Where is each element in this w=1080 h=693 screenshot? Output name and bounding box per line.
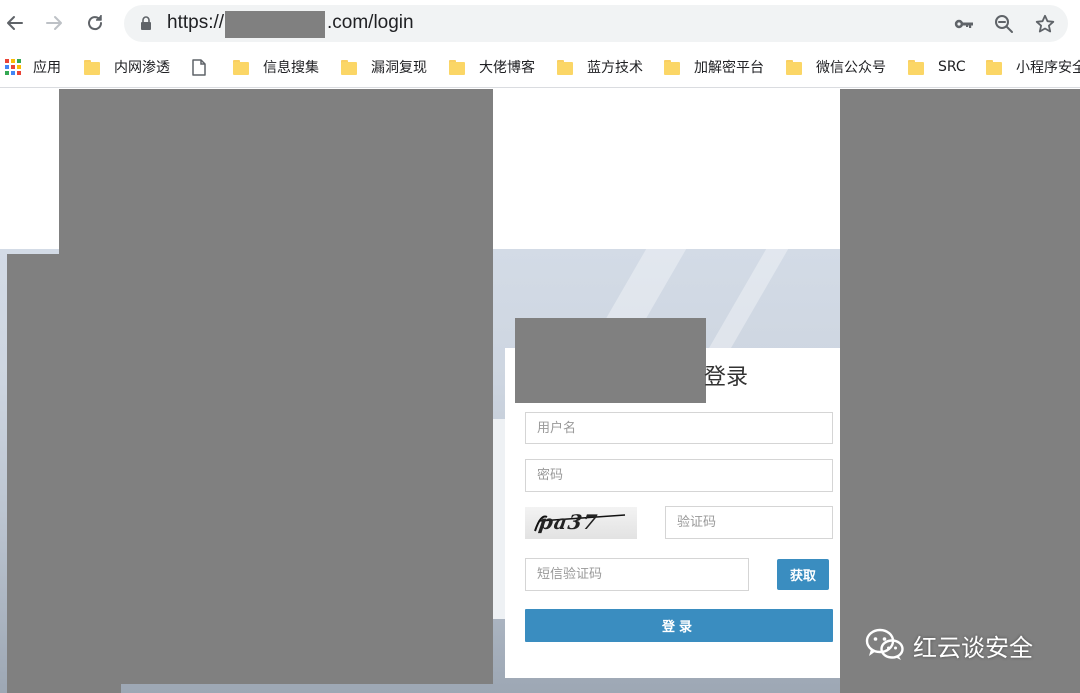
browser-window: https:// .com/login 应用 内网渗透 信息搜集 漏洞复现 大佬… <box>0 0 1080 693</box>
bookmark-label: 信息搜集 <box>263 60 319 76</box>
watermark-text: 红云谈安全 <box>913 633 1033 662</box>
captcha-input[interactable] <box>665 506 833 539</box>
apps-grid-icon <box>5 59 21 75</box>
bookmark-folder[interactable]: 微信公众号 <box>786 56 886 78</box>
wechat-icon <box>865 628 904 660</box>
bookmark-folder[interactable]: 小程序安全 <box>986 56 1080 78</box>
bookmark-label: 应用 <box>33 60 61 76</box>
back-button[interactable] <box>0 8 30 38</box>
folder-icon <box>341 59 357 75</box>
bookmark-folder[interactable]: SRC <box>908 56 966 78</box>
captcha-image[interactable]: pa37 <box>525 507 637 539</box>
username-input[interactable] <box>525 412 833 444</box>
bookmark-label: SRC <box>938 59 966 75</box>
back-icon <box>7 16 23 30</box>
address-bar[interactable]: https:// .com/login <box>124 5 1068 42</box>
lock-icon <box>141 16 151 30</box>
folder-icon <box>84 59 100 75</box>
password-key-button[interactable] <box>954 14 974 34</box>
bookmark-page[interactable] <box>192 56 206 78</box>
sms-code-input[interactable] <box>525 558 749 591</box>
url-path: .com/login <box>327 12 414 33</box>
folder-icon <box>557 59 573 75</box>
redaction-block <box>59 89 493 259</box>
login-page: 登录 pa37 获取 登录 红云谈 <box>0 89 1080 693</box>
bookmark-folder[interactable]: 信息搜集 <box>233 56 319 78</box>
bookmark-label: 内网渗透 <box>114 60 170 76</box>
zoom-out-icon <box>995 15 1013 33</box>
bookmark-label: 加解密平台 <box>694 60 764 76</box>
captcha-text: pa37 <box>537 510 600 534</box>
bookmark-folder[interactable]: 大佬博客 <box>449 56 535 78</box>
key-icon <box>954 19 973 29</box>
forward-button[interactable] <box>39 8 69 38</box>
reload-button[interactable] <box>80 8 110 38</box>
redaction-block <box>840 89 1080 693</box>
url-scheme: https:// <box>167 12 225 33</box>
watermark: 红云谈安全 <box>865 625 1033 665</box>
password-input[interactable] <box>525 459 833 492</box>
folder-icon <box>908 59 924 75</box>
login-title: 登录 <box>704 365 749 390</box>
bookmarks-bar: 应用 内网渗透 信息搜集 漏洞复现 大佬博客 蓝方技术 加解密平台 微信公众号 … <box>0 46 1080 88</box>
bookmark-label: 蓝方技术 <box>587 60 643 76</box>
bookmark-folder[interactable]: 蓝方技术 <box>557 56 643 78</box>
forward-icon <box>46 16 62 30</box>
bookmark-folder[interactable]: 加解密平台 <box>664 56 764 78</box>
page-icon <box>192 58 206 76</box>
folder-icon <box>233 59 249 75</box>
zoom-button[interactable] <box>994 14 1014 34</box>
bookmark-label: 大佬博客 <box>479 60 535 76</box>
star-icon <box>1035 14 1055 33</box>
redaction-block <box>7 679 121 693</box>
bookmark-label: 漏洞复现 <box>371 60 427 76</box>
get-sms-code-button[interactable]: 获取 <box>777 559 829 590</box>
bookmark-folder[interactable]: 漏洞复现 <box>341 56 427 78</box>
folder-icon <box>664 59 680 75</box>
bookmark-star-button[interactable] <box>1035 14 1055 34</box>
bookmark-apps[interactable]: 应用 <box>5 56 61 78</box>
logo-redaction <box>515 318 706 403</box>
folder-icon <box>986 59 1002 75</box>
folder-icon <box>786 59 802 75</box>
reload-icon <box>88 15 103 31</box>
url-redaction <box>225 11 325 38</box>
bookmark-folder[interactable]: 内网渗透 <box>84 56 170 78</box>
folder-icon <box>449 59 465 75</box>
nav-bar: https:// .com/login <box>0 0 1080 46</box>
login-submit-button[interactable]: 登录 <box>525 609 833 642</box>
bookmark-label: 微信公众号 <box>816 60 886 76</box>
bookmark-label: 小程序安全 <box>1016 60 1080 76</box>
redaction-block <box>7 254 493 684</box>
